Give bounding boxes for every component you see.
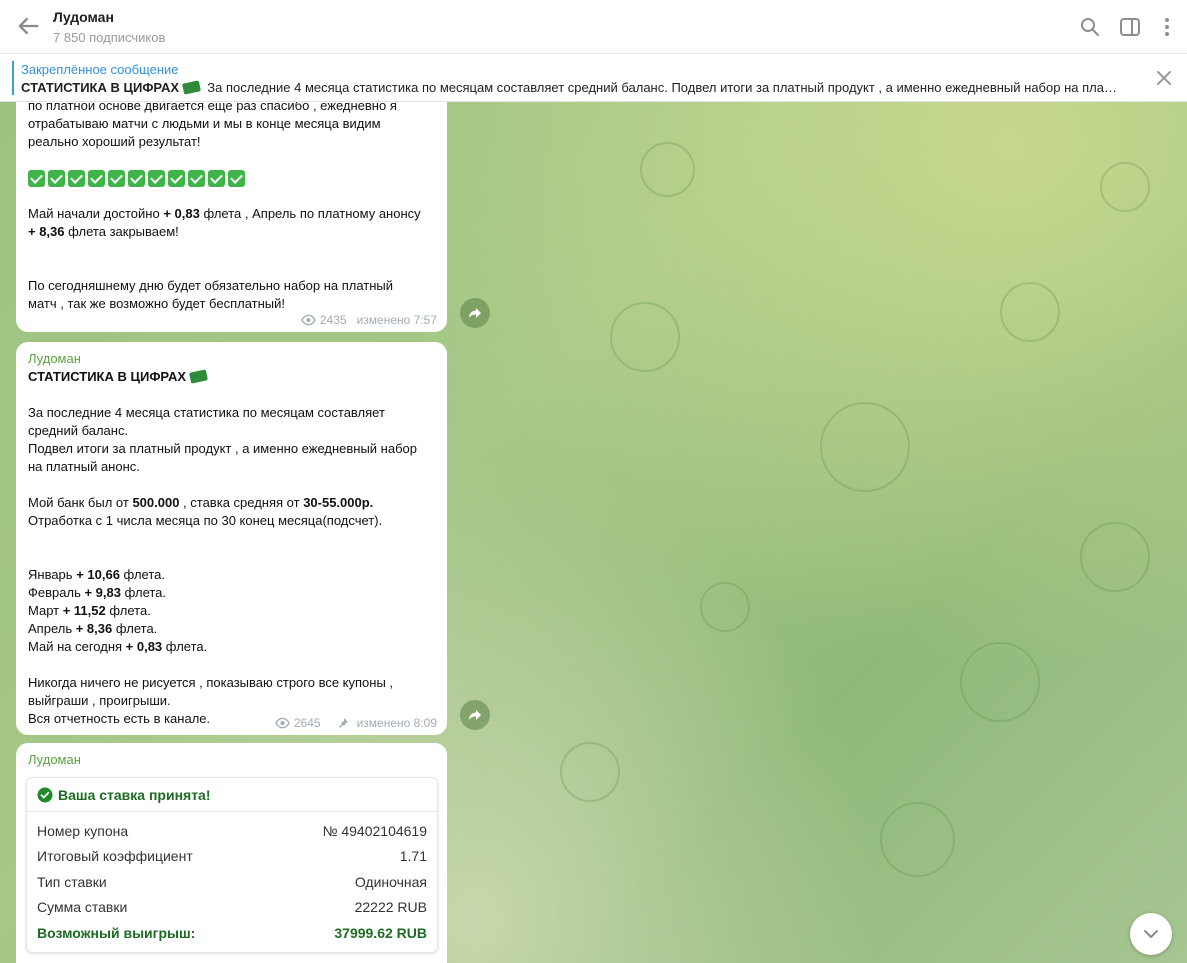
message-text: средний баланс. — [28, 423, 129, 438]
background-doodle — [880, 802, 955, 877]
check-emoji-icon — [168, 170, 185, 188]
pinned-preview: СТАТИСТИКА В ЦИФРАХ За последние 4 месяц… — [21, 80, 1131, 95]
message-text: + 8,36 флета закрываем! — [28, 224, 179, 239]
edited-time: изменено 8:09 — [356, 716, 437, 730]
message-text: Май начали достойно + 0,83 флета , Апрел… — [28, 206, 421, 221]
bet-row-label: Тип ставки — [37, 873, 107, 890]
pinned-heading: СТАТИСТИКА В ЦИФРАХ — [21, 80, 180, 95]
check-emoji-icon — [228, 170, 245, 188]
bet-row-value: 22222 RUB — [354, 899, 427, 916]
bet-row-label: Номер купона — [37, 822, 129, 839]
bet-row-value: № 49402104619 — [322, 822, 427, 839]
check-emoji-icon — [68, 170, 85, 188]
message-text: Отработка с 1 числа месяца по 30 конец м… — [28, 513, 383, 528]
month-result: Февраль + 9,83 флета. — [28, 585, 167, 600]
background-doodle — [1080, 522, 1150, 592]
chat-header: Лудоман 7 850 подписчиков — [0, 0, 1187, 54]
pinned-body: За последние 4 месяца статистика по меся… — [207, 80, 1117, 95]
bet-win-value: 37999.62 RUB — [334, 924, 427, 941]
check-emoji-icon — [28, 170, 45, 188]
bet-row-value: Одиночная — [354, 873, 427, 890]
message-text: реально хороший результат! — [28, 134, 201, 149]
message-bubble[interactable]: по платной основе двигается еще раз спас… — [16, 92, 447, 332]
message-text: Никогда ничего не рисуется , показываю с… — [28, 675, 394, 690]
message-heading: СТАТИСТИКА В ЦИФРАХ — [28, 368, 435, 386]
message-sender[interactable]: Лудоман — [28, 350, 435, 368]
message-text: матч , так же возможно будет бесплатный! — [28, 296, 285, 311]
check-emoji-icon — [128, 170, 145, 188]
message-text: выйграши , проигрыши. — [28, 693, 171, 708]
bet-row-value: 1.71 — [399, 848, 427, 865]
message-meta: 2645 изменено 8:09 — [275, 716, 437, 730]
bet-row: Номер купона № 49402104619 — [27, 818, 437, 844]
pinned-indicator — [12, 61, 14, 95]
forward-arrow-icon — [469, 308, 481, 318]
scroll-to-bottom-button[interactable] — [1130, 913, 1172, 955]
view-count: 2435 — [319, 313, 347, 327]
forward-button[interactable] — [460, 298, 490, 328]
bet-accepted-title: Ваша ставка принята! — [58, 786, 211, 803]
message-text: на платный анонс. — [28, 459, 140, 474]
month-result: Май на сегодня + 0,83 флета. — [28, 639, 208, 654]
bet-row-label: Итоговый коэффициент — [37, 848, 193, 865]
background-doodle — [960, 642, 1040, 722]
bet-row-label: Сумма ставки — [37, 899, 128, 916]
background-doodle — [610, 302, 680, 372]
message-text: За последние 4 месяца статистика по меся… — [28, 405, 385, 420]
message-text: отрабатываю матчи с людьми и мы в конце … — [28, 116, 381, 131]
more-options-icon[interactable] — [1155, 15, 1179, 39]
check-circle-icon — [37, 787, 53, 802]
check-emoji-icon — [88, 170, 105, 188]
view-count: 2645 — [293, 716, 321, 730]
background-doodle — [560, 742, 620, 802]
month-result: Апрель + 8,36 флета. — [28, 621, 158, 636]
message-text: Подвел итоги за платный продукт , а имен… — [28, 441, 417, 456]
back-arrow-icon[interactable] — [14, 12, 42, 40]
search-icon[interactable] — [1078, 15, 1102, 39]
bet-row: Итоговый коэффициент 1.71 — [27, 844, 437, 870]
check-emoji-icon — [148, 170, 165, 188]
money-emoji-icon — [182, 80, 201, 95]
background-doodle — [1100, 162, 1150, 212]
bet-accepted-header: Ваша ставка принята! — [27, 778, 437, 812]
message-sender[interactable]: Лудоман — [28, 751, 435, 769]
subscriber-count: 7 850 подписчиков — [53, 30, 166, 45]
edited-time: изменено 7:57 — [356, 313, 437, 327]
pinned-title: Закреплённое сообщение — [21, 62, 179, 77]
bet-row: Сумма ставки 22222 RUB — [27, 895, 437, 921]
background-doodle — [700, 582, 750, 632]
pinned-message-bar[interactable]: Закреплённое сообщение СТАТИСТИКА В ЦИФР… — [0, 55, 1187, 102]
message-bubble[interactable]: Лудоман СТАТИСТИКА В ЦИФРАХ За последние… — [16, 342, 447, 735]
month-result: Март + 11,52 флета. — [28, 603, 151, 618]
forward-arrow-icon — [469, 710, 481, 720]
background-doodle — [820, 402, 910, 492]
bet-win-row: Возможный выигрыш: 37999.62 RUB — [27, 920, 437, 946]
check-emoji-icon — [108, 170, 125, 188]
message-meta: 2435 изменено 7:57 — [301, 313, 437, 327]
checkmark-emoji-row — [28, 169, 435, 189]
sidebar-toggle-icon[interactable] — [1118, 15, 1142, 39]
views-eye-icon — [301, 314, 316, 326]
message-text: По сегодняшнему дню будет обязательно на… — [28, 278, 394, 293]
check-emoji-icon — [208, 170, 225, 188]
chevron-down-icon — [1144, 930, 1158, 938]
bet-win-label: Возможный выигрыш: — [37, 924, 196, 941]
background-doodle — [1000, 282, 1060, 342]
bet-row: Тип ставки Одиночная — [27, 869, 437, 895]
background-doodle — [640, 142, 695, 197]
check-emoji-icon — [48, 170, 65, 188]
month-result: Январь + 10,66 флета. — [28, 567, 165, 582]
pin-icon — [338, 718, 348, 728]
channel-title[interactable]: Лудоман — [53, 9, 114, 25]
bet-receipt-card: Ваша ставка принята! Номер купона № 49402… — [26, 777, 438, 953]
forward-button[interactable] — [460, 700, 490, 730]
close-icon[interactable] — [1154, 68, 1174, 88]
message-text: Мой банк был от 500.000 , ставка средняя… — [28, 495, 374, 510]
views-eye-icon — [275, 717, 290, 729]
money-emoji-icon — [189, 369, 208, 384]
check-emoji-icon — [188, 170, 205, 188]
